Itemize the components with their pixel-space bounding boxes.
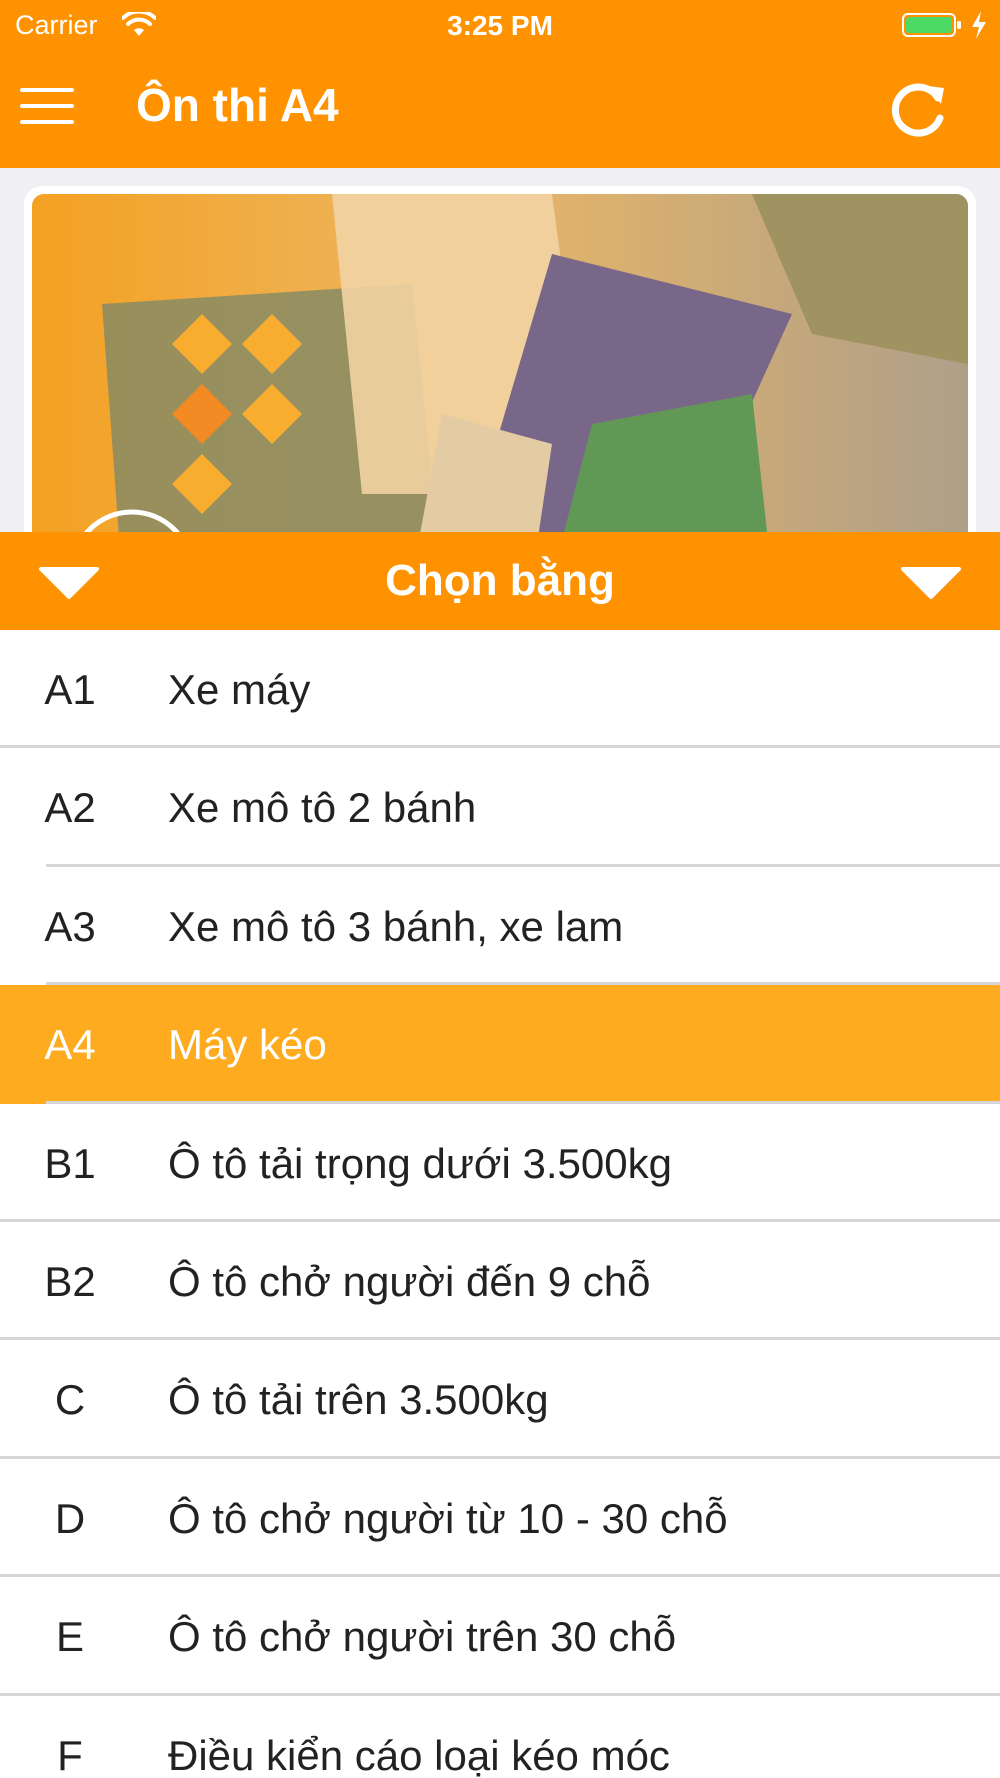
license-description: Ô tô chở người từ 10 - 30 chỗ bbox=[168, 1494, 728, 1542]
license-code: F bbox=[57, 1731, 83, 1778]
banner-card bbox=[24, 186, 976, 586]
license-description: Ô tô tải trên 3.500kg bbox=[168, 1376, 549, 1424]
license-code: A4 bbox=[44, 1021, 96, 1069]
list-item-f[interactable]: F Điều kiển cáo loại kéo móc bbox=[0, 1695, 1000, 1778]
license-code: B1 bbox=[44, 1139, 96, 1187]
list-item-a2[interactable]: A2 Xe mô tô 2 bánh bbox=[0, 748, 1000, 868]
picker-title: Chọn bằng bbox=[385, 556, 615, 605]
license-description: Xe mô tô 2 bánh bbox=[168, 784, 477, 832]
list-item-d[interactable]: D Ô tô chở người từ 10 - 30 chỗ bbox=[0, 1458, 1000, 1578]
license-description: Ô tô tải trọng dưới 3.500kg bbox=[168, 1139, 672, 1187]
list-item-b2[interactable]: B2 Ô tô chở người đến 9 chỗ bbox=[0, 1221, 1000, 1341]
list-item-a1[interactable]: A1 Xe máy bbox=[0, 630, 1000, 749]
status-bar: Carrier 3:25 PM bbox=[0, 0, 1000, 50]
license-description: Máy kéo bbox=[168, 1021, 327, 1069]
license-code: C bbox=[54, 1376, 86, 1424]
license-code: A2 bbox=[44, 784, 96, 832]
license-code: D bbox=[54, 1494, 86, 1542]
license-description: Ô tô chở người trên 30 chỗ bbox=[168, 1613, 677, 1661]
license-description: Điều kiển cáo loại kéo móc bbox=[168, 1731, 670, 1778]
battery-icon bbox=[902, 13, 961, 37]
license-code: B2 bbox=[44, 1257, 96, 1305]
license-description: Ô tô chở người đến 9 chỗ bbox=[168, 1257, 651, 1305]
list-item-b1[interactable]: B1 Ô tô tải trọng dưới 3.500kg bbox=[0, 1103, 1000, 1223]
page-title: Ôn thi A4 bbox=[136, 79, 339, 131]
list-item-c[interactable]: C Ô tô tải trên 3.500kg bbox=[0, 1340, 1000, 1460]
refresh-icon[interactable] bbox=[888, 78, 950, 140]
chevron-down-icon[interactable] bbox=[900, 566, 962, 600]
menu-icon[interactable] bbox=[20, 88, 74, 132]
license-description: Xe máy bbox=[168, 666, 311, 713]
banner-image bbox=[32, 194, 968, 578]
list-item-a4[interactable]: A4 Máy kéo bbox=[0, 985, 1000, 1104]
license-description: Xe mô tô 3 bánh, xe lam bbox=[168, 902, 624, 950]
license-code: A1 bbox=[44, 666, 96, 713]
list-item-e[interactable]: E Ô tô chở người trên 30 chỗ bbox=[0, 1577, 1000, 1696]
charging-bolt-icon bbox=[972, 11, 986, 39]
app-screen: Carrier 3:25 PM Ôn thi A4 Chọn bằng A1 X… bbox=[0, 0, 1000, 1778]
status-time: 3:25 PM bbox=[447, 10, 553, 41]
nav-bar: Ôn thi A4 bbox=[0, 50, 1000, 168]
list-item-a3[interactable]: A3 Xe mô tô 3 bánh, xe lam bbox=[0, 866, 1000, 986]
license-picker-header: Chọn bằng bbox=[0, 532, 1000, 630]
license-list: A1 Xe máy A2 Xe mô tô 2 bánh A3 Xe mô tô… bbox=[0, 630, 1000, 1778]
license-code: A3 bbox=[44, 902, 96, 950]
license-code: E bbox=[55, 1613, 84, 1661]
